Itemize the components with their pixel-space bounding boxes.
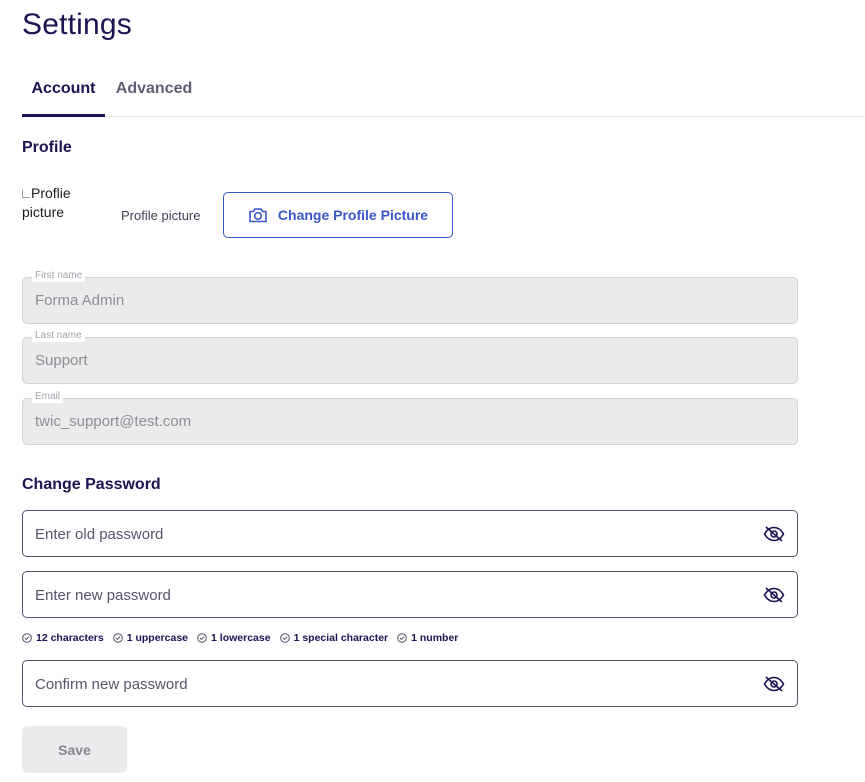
email-label: Email [32, 391, 64, 403]
page-title: Settings [22, 8, 132, 41]
check-circle-icon [197, 633, 207, 643]
rule-special: 1 special character [279, 632, 389, 644]
email-value: twic_support@test.com [35, 413, 192, 430]
rule-uppercase: 1 uppercase [112, 632, 189, 644]
profile-section-title: Profile [22, 139, 72, 156]
rule-label: 1 special character [293, 632, 389, 644]
rule-label: 12 characters [36, 632, 104, 644]
check-circle-icon [279, 633, 290, 643]
tab-account[interactable]: Account [22, 78, 105, 117]
profile-picture-label: Profile picture [121, 208, 201, 223]
avatar: Proflie picture [22, 184, 92, 222]
change-password-title: Change Password [22, 476, 161, 493]
confirm-password-field [22, 660, 798, 707]
check-circle-icon [112, 633, 123, 643]
check-circle-icon [397, 633, 407, 643]
tab-bar: Account Advanced [22, 78, 865, 118]
rule-label: 1 lowercase [211, 632, 271, 644]
old-password-input[interactable] [35, 523, 735, 545]
password-rules: 12 characters 1 uppercase 1 lowercase 1 … [22, 632, 458, 644]
eye-slash-icon[interactable] [763, 675, 785, 693]
new-password-input[interactable] [35, 584, 735, 606]
last-name-field: Last name Support [22, 330, 798, 384]
tab-advanced[interactable]: Advanced [114, 78, 194, 117]
rule-lowercase: 1 lowercase [197, 632, 271, 644]
old-password-field [22, 510, 798, 557]
rule-length: 12 characters [22, 632, 104, 644]
confirm-password-input[interactable] [35, 673, 735, 695]
rule-number: 1 number [397, 632, 458, 644]
change-profile-picture-label: Change Profile Picture [277, 207, 429, 223]
first-name-field: First name Forma Admin [22, 270, 798, 324]
new-password-field [22, 571, 798, 618]
rule-label: 1 number [411, 632, 459, 644]
eye-slash-icon[interactable] [763, 525, 785, 543]
change-profile-picture-button[interactable]: Change Profile Picture [223, 192, 453, 238]
first-name-label: First name [32, 270, 86, 282]
last-name-label: Last name [32, 330, 85, 342]
rule-label: 1 uppercase [126, 632, 189, 644]
eye-slash-icon[interactable] [763, 586, 785, 604]
broken-image-icon [22, 190, 30, 199]
save-button[interactable]: Save [22, 726, 127, 773]
last-name-value: Support [35, 352, 88, 369]
settings-page: Settings Account Advanced Profile Profli… [0, 0, 865, 782]
check-circle-icon [22, 633, 32, 643]
email-field: Email twic_support@test.com [22, 391, 798, 445]
camera-icon [248, 206, 268, 224]
first-name-value: Forma Admin [35, 292, 125, 309]
